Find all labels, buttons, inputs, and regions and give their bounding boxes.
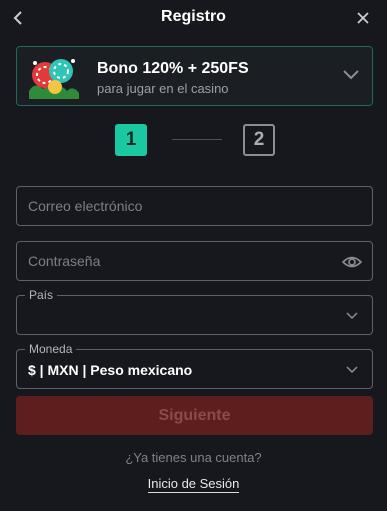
email-input[interactable]	[17, 187, 372, 225]
password-input[interactable]	[17, 242, 372, 280]
step-2-indicator: 2	[243, 124, 275, 156]
email-field	[16, 186, 373, 226]
country-select[interactable]: País	[16, 288, 373, 335]
currency-label: Moneda	[25, 342, 77, 356]
login-link-label[interactable]: Inicio de Sesión	[147, 476, 240, 493]
chevron-down-icon	[346, 366, 358, 374]
step-1-indicator: 1	[115, 124, 147, 156]
casino-chips-bonus-icon	[29, 59, 79, 99]
stepper: 1 2	[0, 124, 387, 156]
step-connector	[172, 139, 222, 140]
chevron-down-icon	[343, 70, 359, 80]
bonus-subtitle: para jugar en el casino	[97, 81, 229, 96]
country-label: País	[25, 288, 58, 302]
chevron-down-icon	[346, 312, 358, 320]
header: Registro	[0, 0, 387, 36]
page-title: Registro	[161, 8, 226, 25]
close-icon	[357, 12, 369, 24]
bonus-selector[interactable]: Bono 120% + 250FS para jugar en el casin…	[16, 46, 373, 106]
password-field	[16, 241, 373, 281]
eye-icon[interactable]	[342, 254, 362, 270]
close-button[interactable]	[351, 6, 375, 30]
next-button[interactable]: Siguiente	[16, 396, 373, 435]
bonus-title: Bono 120% + 250FS	[97, 60, 249, 77]
currency-select[interactable]: Moneda $ | MXN | Peso mexicano	[16, 342, 373, 389]
have-account-text: ¿Ya tienes una cuenta?	[125, 450, 262, 465]
login-link[interactable]: Inicio de Sesión	[0, 476, 387, 493]
currency-value: $ | MXN | Peso mexicano	[28, 362, 193, 378]
